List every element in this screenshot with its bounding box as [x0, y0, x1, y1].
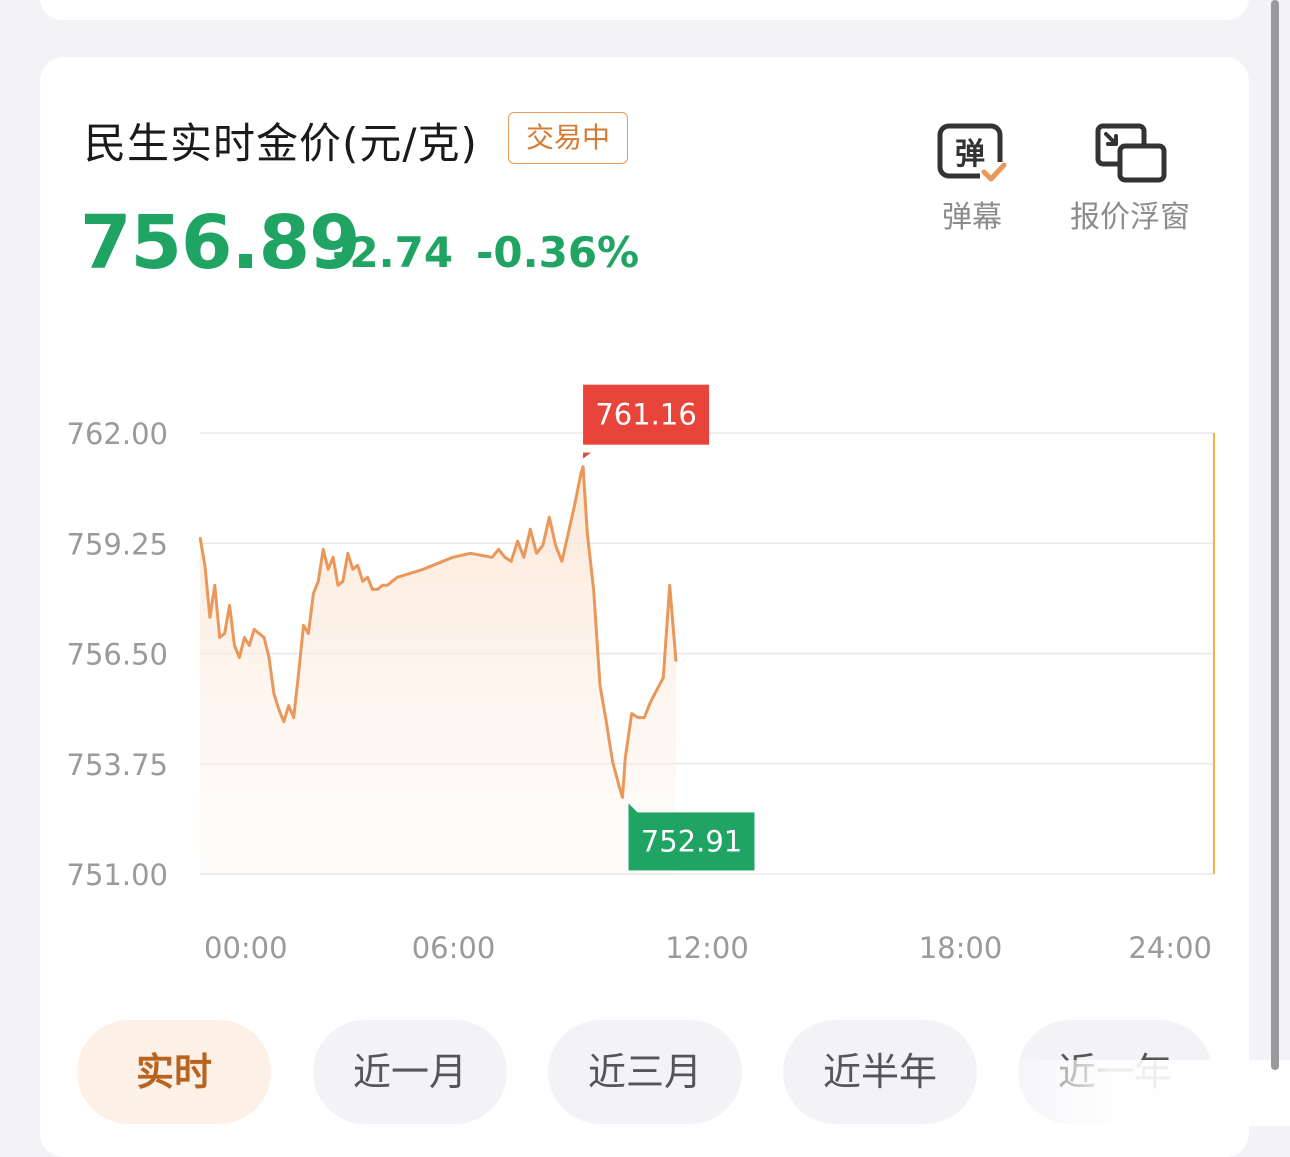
tab-three-months[interactable]: 近三月 [548, 1020, 742, 1124]
danmaku-icon: 弹 [937, 123, 1007, 184]
scrollbar[interactable] [1271, 0, 1279, 1070]
page-title: 民生实时金价(元/克) [84, 119, 478, 168]
price-change: -2.74 [332, 228, 454, 277]
status-badge: 交易中 [508, 112, 628, 164]
tab-one-month[interactable]: 近一月 [313, 1020, 507, 1124]
danmaku-label: 弹幕 [942, 200, 1002, 235]
float-window-button[interactable]: 报价浮窗 [1060, 120, 1200, 236]
float-window-label: 报价浮窗 [1070, 200, 1190, 235]
danmaku-button[interactable]: 弹 弹幕 [930, 120, 1014, 236]
watermark-fade [990, 1060, 1290, 1126]
tab-realtime[interactable]: 实时 [77, 1020, 271, 1124]
current-price: 756.89 [80, 200, 361, 286]
previous-card [40, 0, 1249, 20]
price-change-percent: -0.36% [476, 228, 640, 277]
tab-half-year[interactable]: 近半年 [783, 1020, 977, 1124]
float-window-icon [1095, 123, 1167, 183]
